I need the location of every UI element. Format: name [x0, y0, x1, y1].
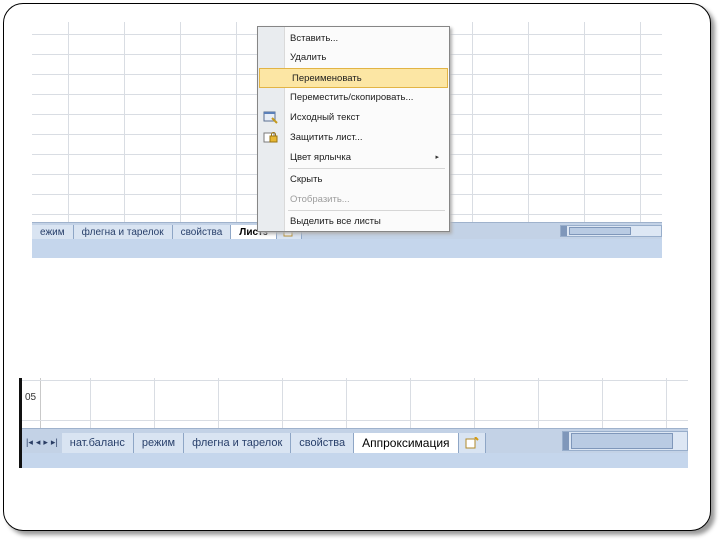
- status-bar: [32, 239, 662, 258]
- menu-item-view-code[interactable]: Исходный текст: [258, 108, 449, 126]
- bottom-sheet-screenshot: 05 |◂ ◂ ▸ ▸| нат.баланс режим флегна и т…: [19, 378, 688, 468]
- submenu-arrow-icon: ▸: [435, 154, 439, 161]
- menu-separator: [288, 210, 445, 211]
- row-number: 05: [25, 392, 37, 403]
- sheet-tab-bar: |◂ ◂ ▸ ▸| нат.баланс режим флегна и таре…: [22, 428, 688, 453]
- sheet-nav-buttons: |◂ ◂ ▸ ▸|: [22, 431, 62, 453]
- menu-item-rename[interactable]: Переименовать: [259, 68, 448, 88]
- menu-item-move-copy[interactable]: Переместить/скопировать...: [258, 88, 449, 106]
- sheet-tab-rezhim[interactable]: ежим: [32, 225, 74, 239]
- prev-sheet-icon[interactable]: ◂: [36, 437, 41, 448]
- menu-item-select-all-sheets[interactable]: Выделить все листы: [258, 212, 449, 230]
- sheet-tab-nat-balans[interactable]: нат.баланс: [61, 433, 134, 453]
- menu-item-hide[interactable]: Скрыть: [258, 170, 449, 188]
- sheet-tab-rezhim[interactable]: режим: [133, 433, 185, 453]
- sheet-context-menu: Вставить... Удалить Переименовать Переме…: [257, 26, 450, 232]
- scrollbar-thumb[interactable]: [569, 227, 631, 235]
- status-bar: [22, 453, 688, 468]
- sheet-tab-svoistva[interactable]: свойства: [291, 433, 355, 453]
- sheet-tab-svoistva[interactable]: свойства: [172, 225, 232, 239]
- menu-item-tab-color[interactable]: Цвет ярлычка ▸: [258, 148, 449, 166]
- horizontal-scrollbar[interactable]: [562, 431, 688, 451]
- menu-item-protect-sheet[interactable]: Защитить лист...: [258, 128, 449, 146]
- scroll-grip-icon[interactable]: [563, 432, 569, 450]
- menu-item-unhide: Отобразить...: [290, 193, 350, 205]
- insert-sheet-icon[interactable]: [458, 433, 486, 453]
- menu-item-insert[interactable]: Вставить...: [258, 29, 449, 47]
- next-sheet-icon[interactable]: ▸: [43, 437, 48, 448]
- last-sheet-icon[interactable]: ▸|: [51, 437, 58, 448]
- first-sheet-icon[interactable]: |◂: [26, 437, 33, 448]
- menu-item-delete[interactable]: Удалить: [258, 48, 449, 66]
- menu-separator: [288, 168, 445, 169]
- view-code-icon: [263, 110, 279, 124]
- cell-grid: [22, 378, 688, 428]
- scrollbar-thumb[interactable]: [571, 433, 673, 449]
- sheet-tab-flegna[interactable]: флегна и тарелок: [184, 433, 292, 453]
- sheet-tab-flegna[interactable]: флегна и тарелок: [73, 225, 173, 239]
- protect-sheet-icon: [263, 130, 279, 144]
- sheet-tab-approximation[interactable]: Аппроксимация: [354, 433, 459, 453]
- horizontal-scrollbar[interactable]: [560, 225, 662, 237]
- scroll-grip-icon[interactable]: [561, 226, 567, 236]
